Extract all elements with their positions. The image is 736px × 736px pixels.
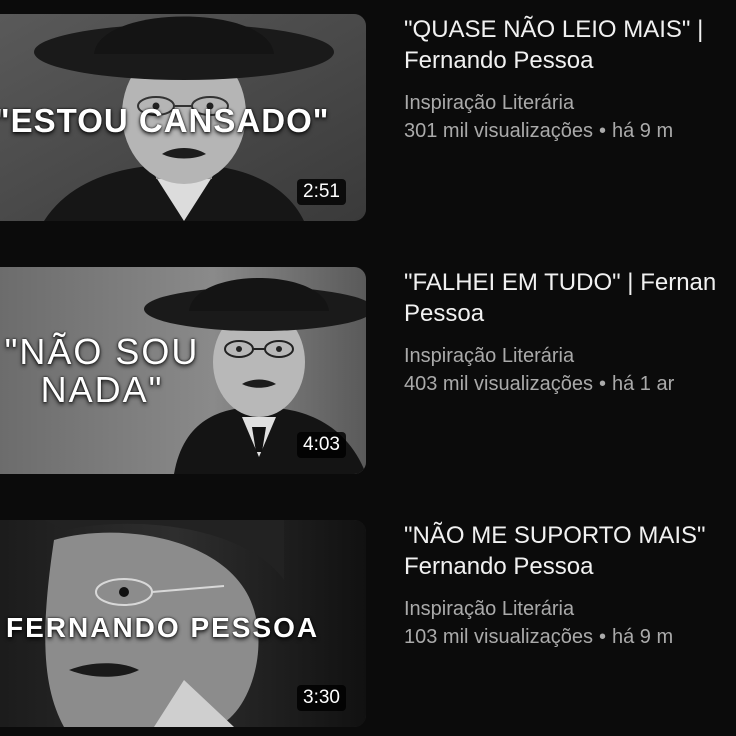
upload-age: há 9 m bbox=[612, 120, 674, 142]
video-metadata: "FALHEI EM TUDO" | Fernan Pessoa Inspira… bbox=[404, 267, 736, 467]
video-title-line: Pessoa bbox=[404, 300, 485, 327]
video-item: FERNANDO PESSOA 3:30 "NÃO ME SUPORTO MAI… bbox=[0, 520, 736, 730]
thumbnail-caption: "ESTOU CANSADO" bbox=[0, 102, 330, 139]
separator-dot: • bbox=[598, 120, 606, 142]
video-title-line: "NÃO ME SUPORTO MAIS" bbox=[404, 522, 706, 549]
channel-name[interactable]: Inspiração Literária bbox=[404, 343, 736, 369]
video-title-line: "QUASE NÃO LEIO MAIS" | bbox=[404, 16, 704, 43]
video-feed: "ESTOU CANSADO" 2:51 "QUASE NÃO LEIO MAI… bbox=[0, 0, 736, 736]
separator-dot: • bbox=[598, 373, 606, 395]
duration-badge: 4:03 bbox=[297, 432, 346, 458]
view-count: 103 mil visualizações bbox=[404, 626, 593, 648]
video-title[interactable]: "NÃO ME SUPORTO MAIS" Fernando Pessoa bbox=[404, 520, 736, 582]
video-title[interactable]: "FALHEI EM TUDO" | Fernan Pessoa bbox=[404, 267, 736, 329]
video-title-line: Fernando Pessoa bbox=[404, 47, 594, 74]
duration-badge: 2:51 bbox=[297, 179, 346, 205]
video-metadata: "NÃO ME SUPORTO MAIS" Fernando Pessoa In… bbox=[404, 520, 736, 720]
video-thumbnail[interactable]: FERNANDO PESSOA 3:30 bbox=[0, 520, 366, 727]
video-stats: 403 mil visualizações • há 1 ar bbox=[404, 369, 736, 399]
view-count: 301 mil visualizações bbox=[404, 120, 593, 142]
thumbnail-caption: "NÃO SOU NADA" bbox=[0, 333, 212, 409]
upload-age: há 9 m bbox=[612, 626, 674, 648]
channel-name[interactable]: Inspiração Literária bbox=[404, 90, 736, 116]
thumbnail-caption-line: "NÃO SOU bbox=[4, 331, 200, 372]
channel-name[interactable]: Inspiração Literária bbox=[404, 596, 736, 622]
video-stats: 301 mil visualizações • há 9 m bbox=[404, 116, 736, 146]
view-count: 403 mil visualizações bbox=[404, 373, 593, 395]
video-title[interactable]: "QUASE NÃO LEIO MAIS" | Fernando Pessoa bbox=[404, 14, 736, 76]
thumbnail-caption-line: NADA" bbox=[40, 369, 164, 410]
video-title-line: "FALHEI EM TUDO" | Fernan bbox=[404, 269, 717, 296]
upload-age: há 1 ar bbox=[612, 373, 675, 395]
video-stats: 103 mil visualizações • há 9 m bbox=[404, 622, 736, 652]
video-metadata: "QUASE NÃO LEIO MAIS" | Fernando Pessoa … bbox=[404, 14, 736, 214]
duration-badge: 3:30 bbox=[297, 685, 346, 711]
video-item: "ESTOU CANSADO" 2:51 "QUASE NÃO LEIO MAI… bbox=[0, 14, 736, 224]
video-thumbnail[interactable]: "ESTOU CANSADO" 2:51 bbox=[0, 14, 366, 221]
thumbnail-caption: FERNANDO PESSOA bbox=[6, 612, 320, 643]
video-title-line: Fernando Pessoa bbox=[404, 553, 594, 580]
separator-dot: • bbox=[598, 626, 606, 648]
video-item: "NÃO SOU NADA" 4:03 "FALHEI EM TUDO" | F… bbox=[0, 267, 736, 477]
video-thumbnail[interactable]: "NÃO SOU NADA" 4:03 bbox=[0, 267, 366, 474]
